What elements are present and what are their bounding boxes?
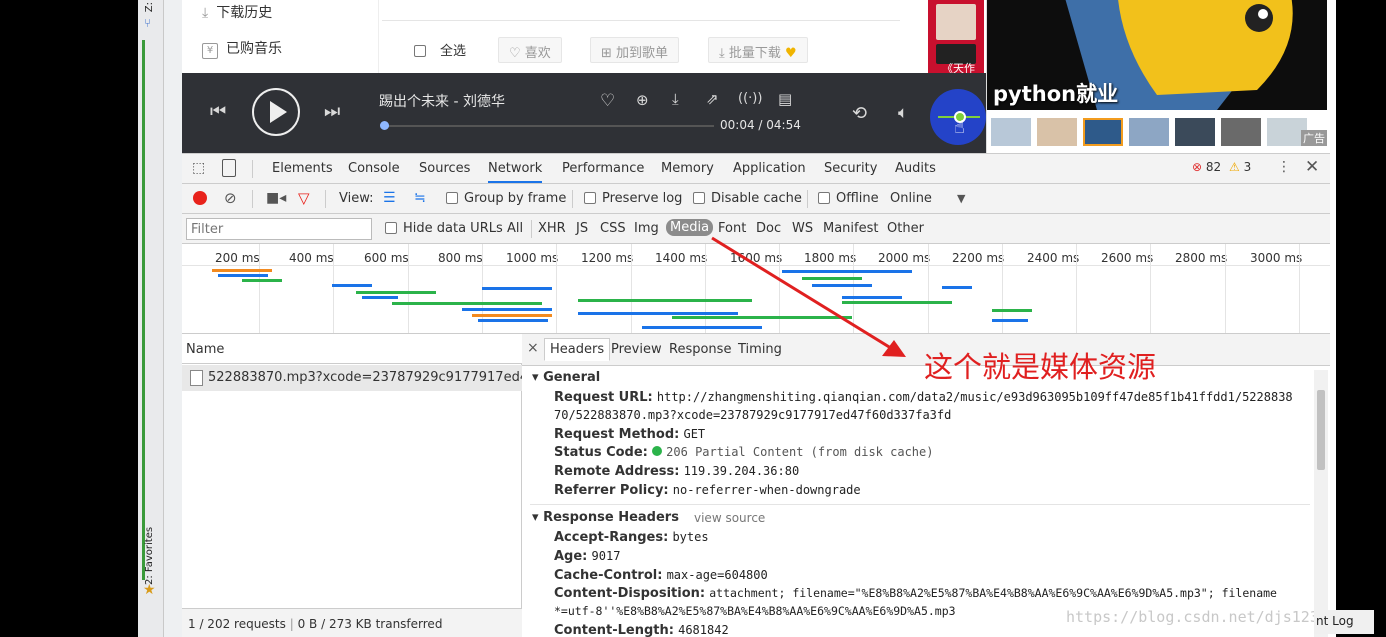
watermark: https://blog.csdn.net/djs123DJS bbox=[1066, 608, 1330, 626]
annotation-arrow-line bbox=[711, 236, 895, 352]
annotation-text: 这个就是媒体资源 bbox=[924, 350, 1157, 384]
annotation-layer bbox=[711, 236, 906, 357]
structure-icon[interactable]: ⑂ bbox=[144, 16, 151, 30]
ide-tool-strip: Z: ⑂ 2: Favorites ★ bbox=[138, 0, 164, 637]
annotation-arrow-head bbox=[882, 340, 906, 357]
ide-top-label: Z: bbox=[144, 2, 155, 13]
ide-status-label[interactable]: nt Log bbox=[1314, 610, 1374, 634]
ide-gutter bbox=[164, 0, 182, 637]
right-black-margin bbox=[1336, 0, 1386, 637]
left-black-margin bbox=[0, 0, 138, 637]
star-icon: ★ bbox=[143, 582, 156, 598]
browser-window: ⤓下载历史 ¥已购音乐 全选 ♡ 喜欢 ⊞ 加到歌单 ⤓ 批量下载 ♥ 《天作之… bbox=[182, 0, 1330, 637]
favorites-tab[interactable]: 2: Favorites bbox=[144, 515, 155, 585]
ide-green-bar bbox=[142, 40, 145, 580]
